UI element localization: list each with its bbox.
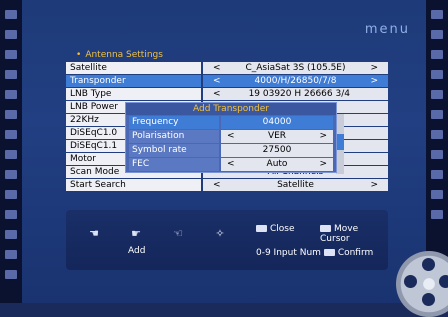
field-value[interactable]: < Auto > xyxy=(221,158,333,171)
symbol-rate-field[interactable]: Symbol rate 27500 xyxy=(129,144,333,157)
right-arrow-icon[interactable]: > xyxy=(370,62,378,74)
row-satellite[interactable]: Satellite < C_AsiaSat 3S (105.5E) > xyxy=(66,62,388,74)
row-value[interactable]: < Satellite > xyxy=(203,179,388,191)
right-arrow-icon[interactable]: > xyxy=(319,158,327,171)
close-label: Close xyxy=(270,224,295,234)
hand-icon[interactable]: ☚ xyxy=(88,228,100,240)
key-icon xyxy=(323,249,335,256)
dialog-title: Add Transponder xyxy=(126,103,336,115)
field-value-text: Auto xyxy=(266,159,288,169)
row-value[interactable]: < C_AsiaSat 3S (105.5E) > xyxy=(203,62,388,74)
row-value-text: Satellite xyxy=(277,180,314,190)
move-cursor-hint[interactable]: Move Cursor xyxy=(320,224,388,244)
row-label: LNB Type xyxy=(66,88,201,100)
menu-logo: menu xyxy=(364,22,410,37)
add-label[interactable]: Add xyxy=(128,246,145,256)
polarisation-field[interactable]: Polarisation < VER > xyxy=(129,130,333,143)
left-arrow-icon[interactable]: < xyxy=(213,75,221,87)
row-value-text: 19 03920 H 26666 3/4 xyxy=(248,89,350,99)
left-arrow-icon[interactable]: < xyxy=(227,130,235,143)
key-icon xyxy=(320,225,331,232)
row-start-search[interactable]: Start Search < Satellite > xyxy=(66,179,388,191)
field-value-text: 27500 xyxy=(262,145,292,155)
frequency-field[interactable]: Frequency 04000 xyxy=(129,116,333,129)
hand-sparkle-icon[interactable]: ✧ xyxy=(214,228,226,240)
row-value[interactable]: < 4000/H/26850/7/8 > xyxy=(203,75,388,87)
input-num-hint[interactable]: 0-9 Input Num Confirm xyxy=(256,248,373,258)
row-label: Start Search xyxy=(66,179,201,191)
film-strip-left xyxy=(0,0,22,303)
field-label: Frequency xyxy=(129,116,219,129)
hand-add-icon[interactable]: ☛ xyxy=(130,228,142,240)
help-bar: ☚ ☛ Add ☜ ✧ Close Move Cursor 0-9 Input … xyxy=(66,210,388,270)
hand-icon-2[interactable]: ☜ xyxy=(172,228,184,240)
bullet-icon: • xyxy=(76,50,82,60)
right-arrow-icon[interactable]: > xyxy=(370,75,378,87)
scrollbar-thumb[interactable] xyxy=(336,134,344,150)
field-label: FEC xyxy=(129,158,219,171)
confirm-label: Confirm xyxy=(337,248,374,258)
left-arrow-icon[interactable]: < xyxy=(213,62,221,74)
key-icon xyxy=(256,225,267,232)
field-value[interactable]: < VER > xyxy=(221,130,333,143)
film-reel-icon xyxy=(396,251,448,317)
left-arrow-icon[interactable]: < xyxy=(213,179,221,191)
row-label: Transponder xyxy=(66,75,201,87)
field-label: Polarisation xyxy=(129,130,219,143)
num-label: 0-9 Input Num xyxy=(256,248,321,258)
row-value-text: C_AsiaSat 3S (105.5E) xyxy=(245,63,346,73)
close-hint[interactable]: Close xyxy=(256,224,295,234)
panel-title: • Antenna Settings xyxy=(66,48,388,62)
left-arrow-icon[interactable]: < xyxy=(213,88,221,100)
field-value[interactable]: 27500 xyxy=(221,144,333,157)
left-arrow-icon[interactable]: < xyxy=(227,158,235,171)
field-value[interactable]: 04000 xyxy=(221,116,333,129)
row-value-text: 4000/H/26850/7/8 xyxy=(254,76,337,86)
add-transponder-dialog: Add Transponder Frequency 04000 Polarisa… xyxy=(125,102,337,173)
row-transponder[interactable]: Transponder < 4000/H/26850/7/8 > xyxy=(66,75,388,87)
row-lnb-type[interactable]: LNB Type < 19 03920 H 26666 3/4 xyxy=(66,88,388,100)
panel-title-text: Antenna Settings xyxy=(85,50,163,60)
right-arrow-icon[interactable]: > xyxy=(319,130,327,143)
row-label: Satellite xyxy=(66,62,201,74)
row-value[interactable]: < 19 03920 H 26666 3/4 xyxy=(203,88,388,100)
field-value-text: VER xyxy=(267,131,287,141)
field-label: Symbol rate xyxy=(129,144,219,157)
fec-field[interactable]: FEC < Auto > xyxy=(129,158,333,171)
right-arrow-icon[interactable]: > xyxy=(370,179,378,191)
